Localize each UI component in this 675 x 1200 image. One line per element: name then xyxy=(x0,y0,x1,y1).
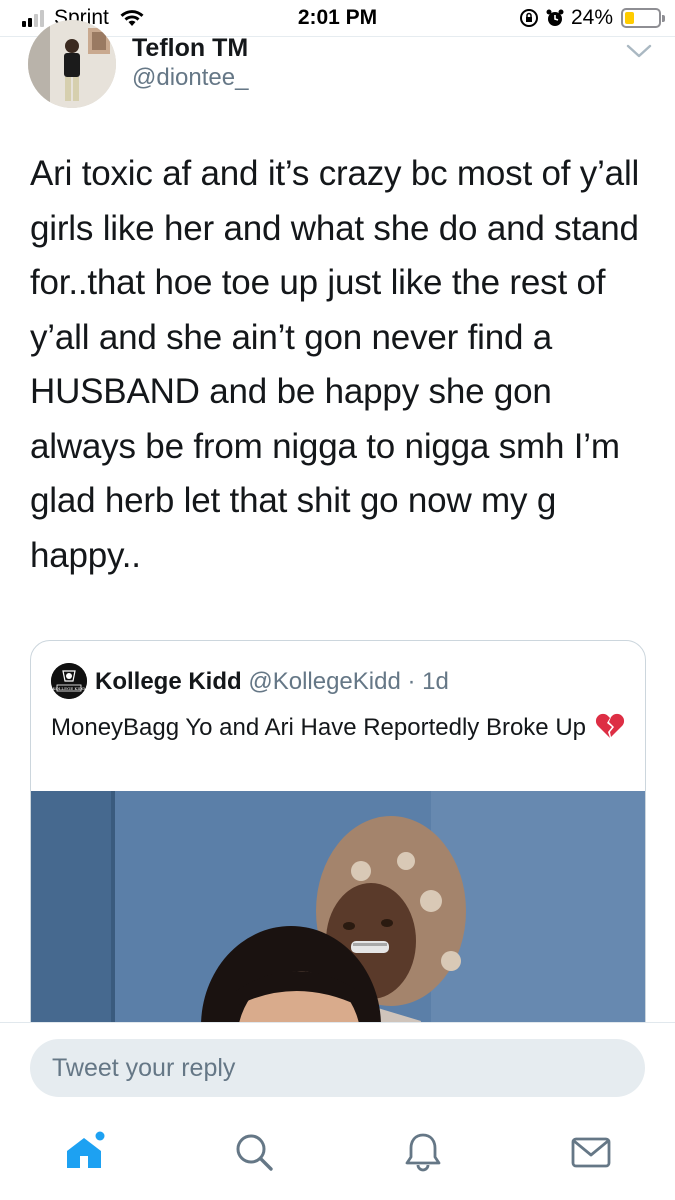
quote-separator: · xyxy=(407,668,416,695)
quote-media-image[interactable] xyxy=(31,791,646,1060)
quote-author-avatar[interactable]: KOLLEGE KIDD xyxy=(51,663,87,699)
author-name[interactable]: Teflon TM xyxy=(132,34,248,63)
battery-percent: 24% xyxy=(570,6,613,29)
search-icon[interactable] xyxy=(232,1130,276,1174)
messages-envelope-icon[interactable] xyxy=(569,1130,613,1174)
quote-text: MoneyBagg Yo and Ari Have Reportedly Bro… xyxy=(51,711,631,744)
reply-input[interactable]: Tweet your reply xyxy=(30,1039,645,1097)
home-icon[interactable] xyxy=(62,1130,106,1174)
broken-heart-icon xyxy=(595,713,624,738)
alarm-icon xyxy=(546,9,564,26)
battery-icon xyxy=(621,8,665,28)
tweet-text: Ari toxic af and it’s crazy bc most of y… xyxy=(30,154,640,575)
bottom-tab-bar xyxy=(0,1108,675,1200)
kollege-kidd-logo: KOLLEGE KIDD xyxy=(51,663,87,699)
author-handle[interactable]: @diontee_ xyxy=(132,64,248,92)
notifications-bell-icon[interactable] xyxy=(401,1130,445,1174)
author-avatar[interactable] xyxy=(28,20,116,108)
quote-header: Kollege Kidd @KollegeKidd · 1d xyxy=(95,668,449,696)
quoted-tweet-card[interactable]: KOLLEGE KIDD Kollege Kidd @KollegeKidd ·… xyxy=(30,640,646,1060)
chevron-down-icon[interactable] xyxy=(625,42,653,60)
battery-nub xyxy=(662,15,665,22)
reply-placeholder: Tweet your reply xyxy=(52,1053,236,1082)
battery-fill xyxy=(625,12,634,24)
orientation-lock-icon xyxy=(519,9,538,27)
quote-timestamp: 1d xyxy=(422,668,449,695)
quote-author-handle[interactable]: @KollegeKidd xyxy=(248,668,400,695)
status-right: 24% xyxy=(519,6,665,30)
avatar-photo xyxy=(28,20,116,108)
quote-author-name[interactable]: Kollege Kidd xyxy=(95,668,242,695)
svg-text:KOLLEGE KIDD: KOLLEGE KIDD xyxy=(53,686,86,691)
quote-text-body: MoneyBagg Yo and Ari Have Reportedly Bro… xyxy=(51,714,586,741)
